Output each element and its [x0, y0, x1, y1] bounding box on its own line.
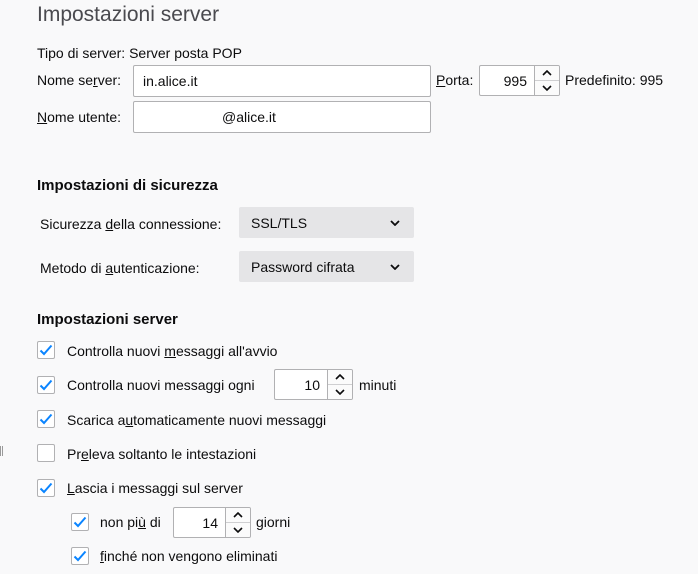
- connection-security-value: SSL/TLS: [251, 214, 308, 231]
- auth-method-label: Metodo di autenticazione:: [40, 260, 200, 276]
- chevron-down-icon: [542, 85, 552, 91]
- max-days-checkbox[interactable]: [71, 513, 89, 531]
- security-heading: Impostazioni di sicurezza: [37, 177, 218, 194]
- headers-only-label: Preleva soltanto le intestazioni: [67, 446, 257, 462]
- server-name-label: Nome server:: [37, 72, 122, 88]
- username-label: Nome utente:: [37, 109, 122, 125]
- port-spinner[interactable]: 995: [479, 65, 560, 96]
- chevron-down-icon: [233, 527, 243, 533]
- headers-only-checkbox[interactable]: [37, 444, 55, 462]
- checkmark-icon: [39, 413, 53, 425]
- until-deleted-label: finché non vengono eliminati: [100, 548, 278, 564]
- checkmark-icon: [39, 344, 53, 356]
- max-days-value[interactable]: 14: [174, 508, 225, 537]
- auto-download-checkbox[interactable]: [37, 410, 55, 428]
- checkmark-icon: [39, 379, 53, 391]
- pane-resize-handle[interactable]: [0, 446, 3, 456]
- chevron-up-icon: [233, 512, 243, 518]
- chevron-down-icon: [390, 263, 400, 270]
- port-decrement-button[interactable]: [535, 80, 559, 95]
- connection-security-select[interactable]: SSL/TLS: [239, 207, 414, 238]
- username-input[interactable]: @alice.it: [133, 101, 431, 133]
- server-settings-heading: Impostazioni server: [37, 311, 178, 328]
- auto-download-label: Scarica automaticamente nuovi messaggi: [67, 412, 327, 428]
- port-value[interactable]: 995: [480, 66, 534, 95]
- check-startup-label: Controlla nuovi messaggi all'avvio: [67, 343, 278, 359]
- chevron-down-icon: [335, 389, 345, 395]
- server-type-label: Tipo di server:: [37, 45, 126, 61]
- check-interval-spinner[interactable]: 10: [274, 369, 353, 400]
- max-days-label: non più di: [100, 514, 161, 530]
- check-interval-decrement-button[interactable]: [328, 384, 352, 399]
- port-default-text: Predefinito: 995: [565, 72, 664, 88]
- port-label: Porta:: [436, 72, 474, 88]
- server-name-input[interactable]: in.alice.it: [133, 65, 431, 97]
- chevron-down-icon: [390, 219, 400, 226]
- check-interval-increment-button[interactable]: [328, 370, 352, 384]
- check-every-checkbox[interactable]: [37, 376, 55, 394]
- max-days-spinner[interactable]: 14: [173, 507, 251, 538]
- checkmark-icon: [73, 516, 87, 528]
- server-type-value: Server posta POP: [129, 45, 242, 61]
- until-deleted-checkbox[interactable]: [71, 547, 89, 565]
- leave-on-server-checkbox[interactable]: [37, 479, 55, 497]
- auth-method-value: Password cifrata: [251, 258, 355, 275]
- max-days-decrement-button[interactable]: [226, 522, 250, 537]
- checkmark-icon: [73, 550, 87, 562]
- server-type-row: Tipo di server: Server posta POP: [37, 45, 242, 61]
- check-interval-unit: minuti: [359, 377, 397, 393]
- auth-method-select[interactable]: Password cifrata: [239, 251, 414, 282]
- check-startup-checkbox[interactable]: [37, 341, 55, 359]
- chevron-up-icon: [542, 70, 552, 76]
- port-increment-button[interactable]: [535, 66, 559, 80]
- connection-security-label: Sicurezza della connessione:: [40, 216, 222, 232]
- check-every-label: Controlla nuovi messaggi ogni: [67, 377, 255, 393]
- max-days-unit: giorni: [256, 514, 291, 530]
- check-interval-value[interactable]: 10: [275, 370, 327, 399]
- checkmark-icon: [39, 482, 53, 494]
- chevron-up-icon: [335, 374, 345, 380]
- leave-on-server-label: Lascia i messaggi sul server: [67, 480, 243, 496]
- page-title: Impostazioni server: [37, 3, 220, 26]
- max-days-increment-button[interactable]: [226, 508, 250, 522]
